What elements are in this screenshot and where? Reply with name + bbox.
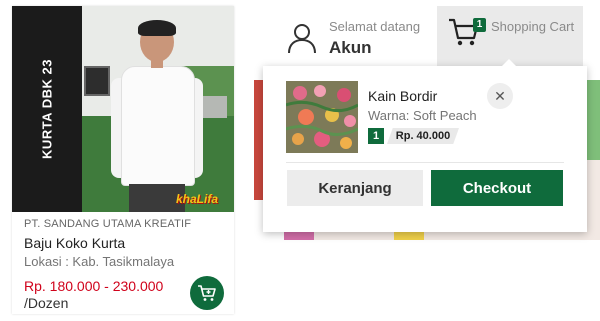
checkout-button[interactable]: Checkout [431, 170, 563, 206]
model-shirt [121, 66, 195, 186]
product-image[interactable]: KURTA DBK 23 khaLifa [12, 6, 234, 212]
cart-item-price: Rp. 40.000 [387, 128, 459, 144]
product-banner: KURTA DBK 23 [12, 6, 82, 212]
cart-item-thumbnail[interactable] [286, 81, 358, 153]
product-location: Lokasi : Kab. Tasikmalaya [24, 254, 175, 269]
account-label[interactable]: Akun [329, 38, 372, 58]
seller-name: PT. SANDANG UTAMA KREATIF [24, 218, 192, 230]
brand-watermark: khaLifa [176, 192, 219, 206]
cart-dropdown: Kain Bordir Warna: Soft Peach 1 Rp. 40.0… [263, 59, 587, 232]
banner-text: KURTA DBK 23 [39, 59, 55, 159]
shopping-cart-button[interactable]: 1 Shopping Cart [437, 6, 583, 66]
cart-count-badge: 1 [473, 18, 486, 32]
dropdown-arrow [501, 59, 517, 67]
divider [286, 162, 564, 163]
close-icon: ✕ [494, 88, 506, 104]
product-card[interactable]: KURTA DBK 23 khaLifa PT. SANDANG UTAMA K… [12, 6, 234, 314]
cart-plus-icon [198, 285, 216, 301]
embroidery-pattern [286, 81, 358, 153]
view-cart-button[interactable]: Keranjang [287, 170, 423, 206]
cart-label: Shopping Cart [491, 19, 575, 34]
greeting-text: Selamat datang [329, 19, 421, 34]
product-name[interactable]: Baju Koko Kurta [24, 235, 125, 251]
model-figure [107, 20, 207, 212]
product-price: Rp. 180.000 - 230.000 [24, 278, 164, 294]
account-menu[interactable]: Selamat datang Akun [286, 14, 436, 60]
cart-item-title[interactable]: Kain Bordir [368, 88, 437, 104]
add-to-cart-button[interactable] [190, 276, 224, 310]
cart-item-quantity: 1 [368, 128, 384, 144]
product-unit: /Dozen [24, 295, 69, 311]
user-icon [288, 24, 316, 54]
model-hair [138, 20, 176, 36]
cart-item-variant: Warna: Soft Peach [368, 108, 477, 123]
remove-item-button[interactable]: ✕ [487, 83, 513, 109]
